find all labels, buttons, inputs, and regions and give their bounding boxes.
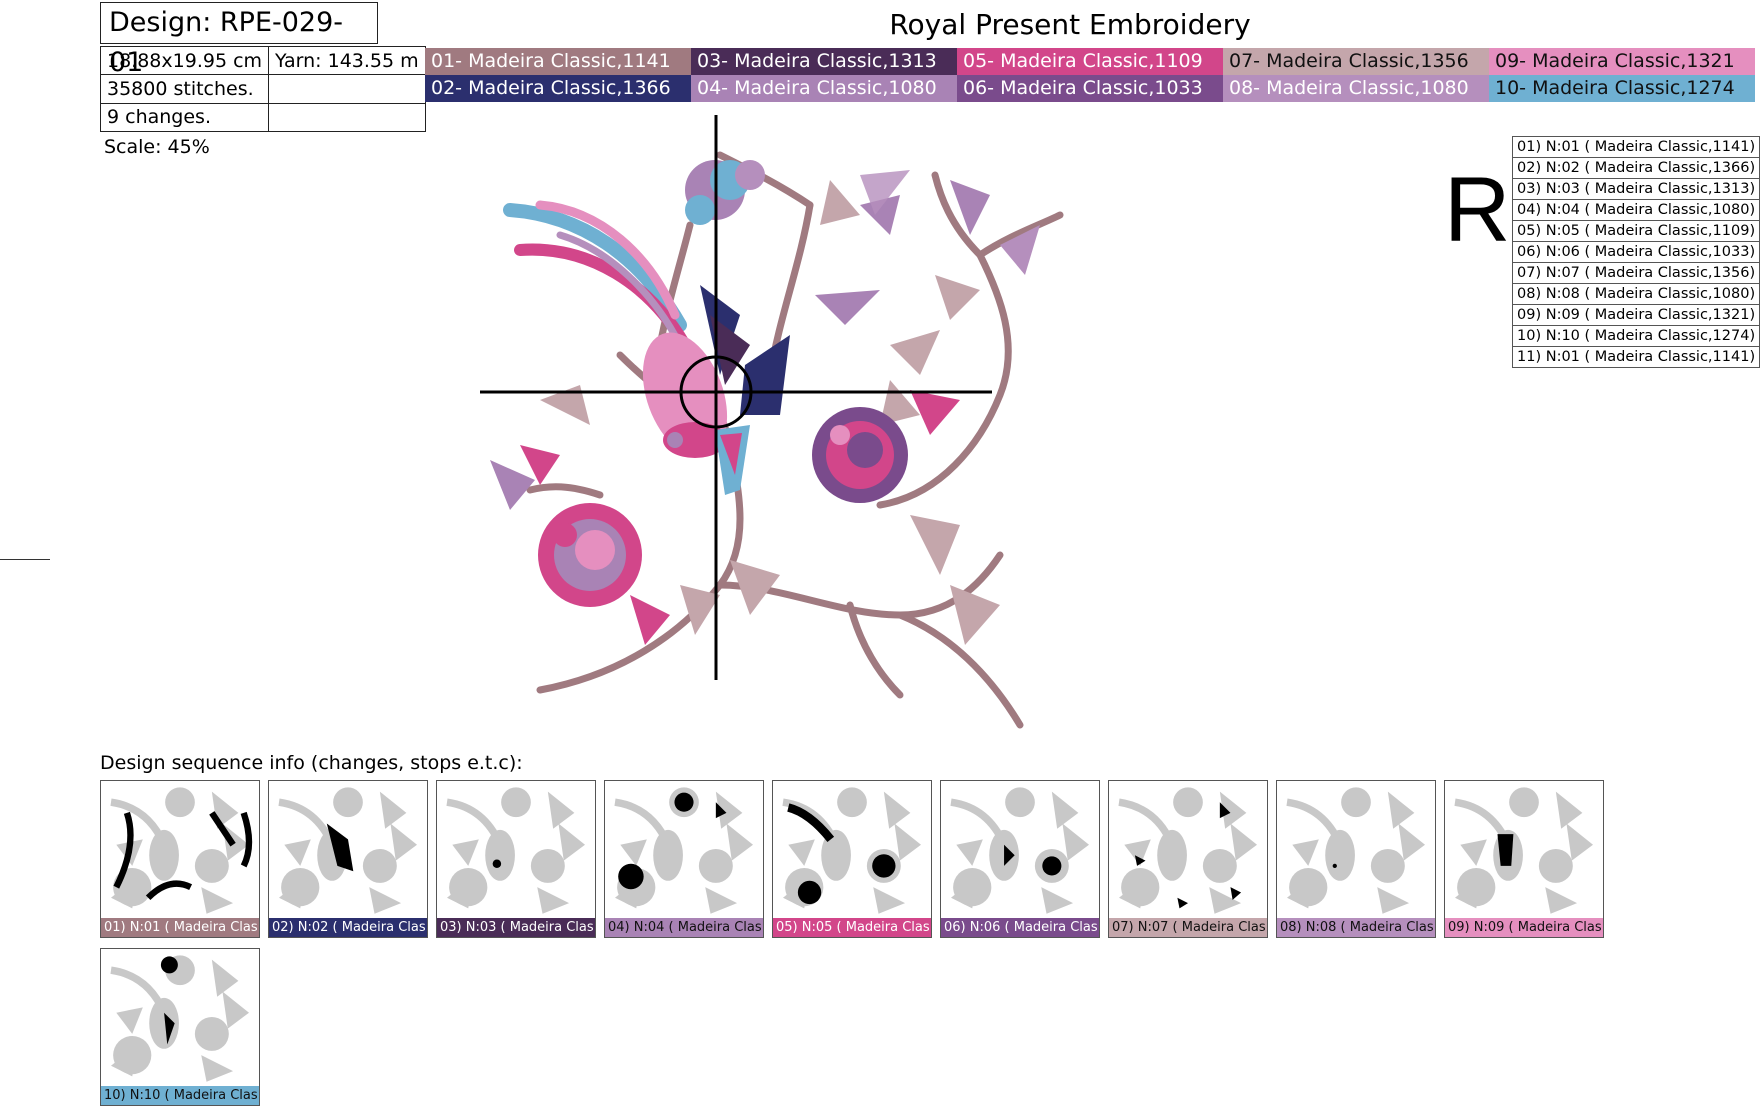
sequence-thumbnail: 07) N:07 ( Madeira Clas bbox=[1108, 780, 1268, 938]
sequence-list-item: 08) N:08 ( Madeira Classic,1080) bbox=[1511, 283, 1760, 305]
color-palette: 01- Madeira Classic,1141 03- Madeira Cla… bbox=[425, 48, 1755, 102]
embroidery-design-preview bbox=[480, 115, 1064, 729]
sequence-list: 01) N:01 ( Madeira Classic,1141) 02) N:0… bbox=[1511, 136, 1760, 368]
color-chip: 03- Madeira Classic,1313 bbox=[691, 48, 957, 75]
thumbnail-preview bbox=[614, 787, 753, 914]
sequence-list-item: 09) N:09 ( Madeira Classic,1321) bbox=[1511, 304, 1760, 326]
color-changes: 9 changes. bbox=[99, 102, 270, 133]
thumbnail-preview bbox=[110, 955, 249, 1082]
scale-label: Scale: 45% bbox=[104, 136, 210, 158]
thumbnail-preview bbox=[278, 787, 417, 914]
bird-body bbox=[642, 285, 790, 495]
bird-tail bbox=[503, 200, 691, 351]
sequence-list-item: 06) N:06 ( Madeira Classic,1033) bbox=[1511, 241, 1760, 263]
sequence-list-item: 11) N:01 ( Madeira Classic,1141) bbox=[1511, 346, 1760, 368]
sequence-list-item: 04) N:04 ( Madeira Classic,1080) bbox=[1511, 199, 1760, 221]
sequence-thumbnail: 01) N:01 ( Madeira Clas bbox=[100, 780, 260, 938]
thumbnail-label: 04) N:04 ( Madeira Clas bbox=[605, 918, 763, 937]
sequence-list-item: 05) N:05 ( Madeira Classic,1109) bbox=[1511, 220, 1760, 242]
thumbnail-preview bbox=[1286, 787, 1425, 914]
color-chip: 05- Madeira Classic,1109 bbox=[957, 48, 1223, 75]
color-chip: 02- Madeira Classic,1366 bbox=[425, 75, 691, 102]
thumbnail-preview bbox=[782, 787, 921, 914]
stitch-count: 35800 stitches. bbox=[99, 74, 270, 104]
sequence-list-item: 10) N:10 ( Madeira Classic,1274) bbox=[1511, 325, 1760, 347]
color-row-1: 01- Madeira Classic,1141 03- Madeira Cla… bbox=[425, 48, 1755, 75]
sequence-title: Design sequence info (changes, stops e.t… bbox=[100, 752, 523, 774]
sequence-thumbnail: 09) N:09 ( Madeira Clas bbox=[1444, 780, 1604, 938]
sequence-thumbnail: 05) N:05 ( Madeira Clas bbox=[772, 780, 932, 938]
edge-divider bbox=[0, 559, 50, 560]
thumbnail-label: 07) N:07 ( Madeira Clas bbox=[1109, 918, 1267, 937]
thumbnail-preview bbox=[110, 787, 253, 914]
sequence-list-item: 02) N:02 ( Madeira Classic,1366) bbox=[1511, 157, 1760, 179]
sequence-thumbnail: 04) N:04 ( Madeira Clas bbox=[604, 780, 764, 938]
color-row-2: 02- Madeira Classic,1366 04- Madeira Cla… bbox=[425, 75, 1755, 102]
color-chip: 08- Madeira Classic,1080 bbox=[1223, 75, 1489, 102]
thumbnail-preview bbox=[950, 787, 1089, 914]
yarn-length: Yarn: 143.55 m bbox=[268, 45, 426, 76]
info-empty-1 bbox=[268, 74, 426, 104]
color-chip: 06- Madeira Classic,1033 bbox=[957, 75, 1223, 102]
thumbnail-label: 05) N:05 ( Madeira Clas bbox=[773, 918, 931, 937]
design-size: 18.88x19.95 cm bbox=[99, 45, 270, 76]
sequence-list-item: 03) N:03 ( Madeira Classic,1313) bbox=[1511, 178, 1760, 200]
sequence-thumbnail: 03) N:03 ( Madeira Clas bbox=[436, 780, 596, 938]
thumbnail-label: 10) N:10 ( Madeira Clas bbox=[101, 1086, 259, 1105]
color-chip: 10- Madeira Classic,1274 bbox=[1489, 75, 1755, 102]
thumbnail-label: 09) N:09 ( Madeira Clas bbox=[1445, 918, 1603, 937]
sequence-thumbnail: 06) N:06 ( Madeira Clas bbox=[940, 780, 1100, 938]
thumbnail-preview bbox=[446, 787, 585, 914]
sequence-list-item: 01) N:01 ( Madeira Classic,1141) bbox=[1511, 136, 1760, 158]
flower-left bbox=[538, 503, 642, 607]
design-info-table: 18.88x19.95 cm Yarn: 143.55 m 35800 stit… bbox=[99, 45, 426, 133]
color-chip: 01- Madeira Classic,1141 bbox=[425, 48, 691, 75]
sequence-marker: R bbox=[1444, 159, 1511, 261]
design-id: Design: RPE-029-01 bbox=[100, 2, 378, 78]
sequence-thumbnail: 02) N:02 ( Madeira Clas bbox=[268, 780, 428, 938]
thumbnail-label: 01) N:01 ( Madeira Clas bbox=[101, 918, 259, 937]
thumbnail-preview bbox=[1118, 787, 1257, 914]
thumbnail-preview bbox=[1454, 787, 1593, 914]
thumbnail-label: 08) N:08 ( Madeira Clas bbox=[1277, 918, 1435, 937]
color-chip: 04- Madeira Classic,1080 bbox=[691, 75, 957, 102]
info-empty-2 bbox=[268, 102, 426, 133]
thumbnail-label: 02) N:02 ( Madeira Clas bbox=[269, 918, 427, 937]
color-chip: 07- Madeira Classic,1356 bbox=[1223, 48, 1489, 75]
sequence-thumbnail: 10) N:10 ( Madeira Clas bbox=[100, 948, 260, 1106]
flower-right bbox=[812, 407, 908, 503]
sequence-thumbnail: 08) N:08 ( Madeira Clas bbox=[1276, 780, 1436, 938]
sequence-list-item: 07) N:07 ( Madeira Classic,1356) bbox=[1511, 262, 1760, 284]
thumbnail-label: 03) N:03 ( Madeira Clas bbox=[437, 918, 595, 937]
thumbnail-label: 06) N:06 ( Madeira Clas bbox=[941, 918, 1099, 937]
color-chip: 09- Madeira Classic,1321 bbox=[1489, 48, 1755, 75]
brand-title: Royal Present Embroidery bbox=[889, 8, 1251, 41]
flower-top bbox=[685, 160, 765, 225]
